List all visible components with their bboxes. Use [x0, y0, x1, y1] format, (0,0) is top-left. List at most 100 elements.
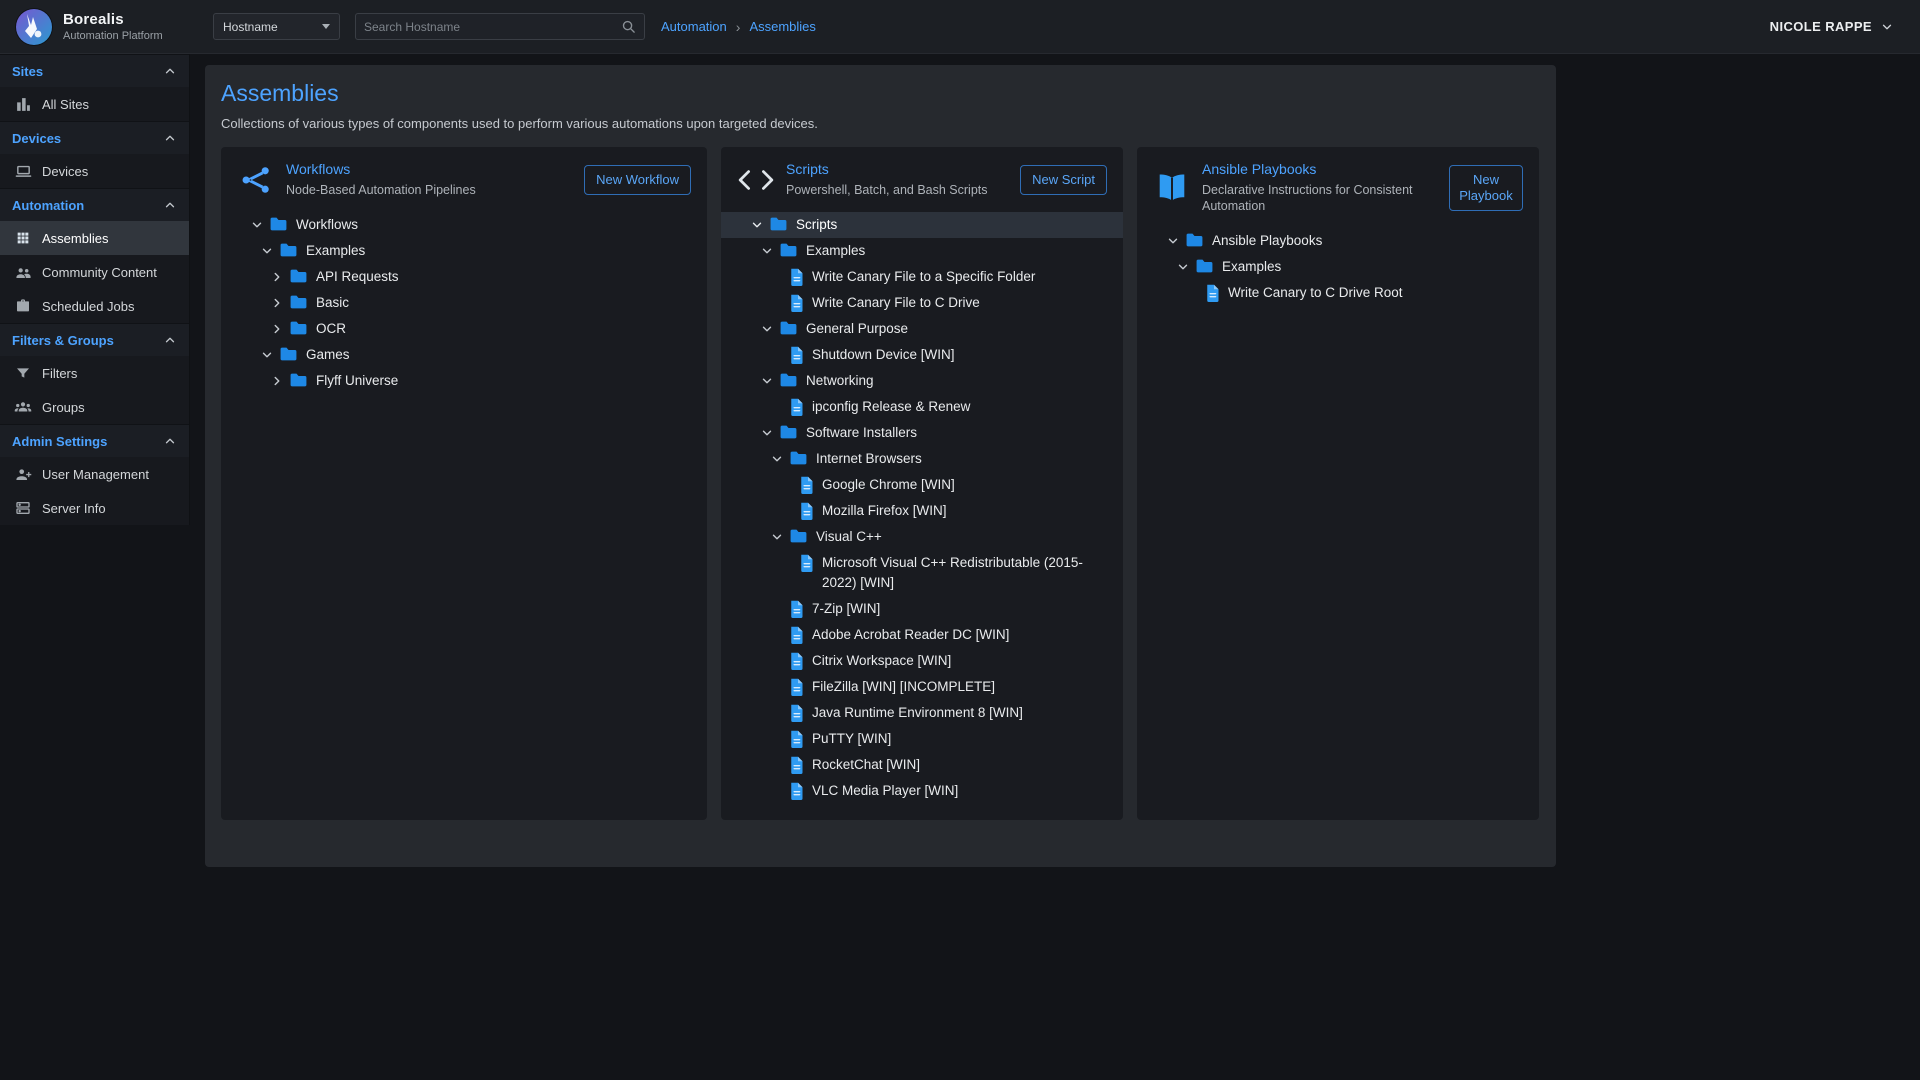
- chevron-down-icon[interactable]: [1173, 257, 1193, 277]
- sidebar-item-user-management[interactable]: User Management: [0, 457, 189, 491]
- tree-file-row[interactable]: ipconfig Release & Renew: [721, 394, 1123, 420]
- tree-file-row[interactable]: Citrix Workspace [WIN]: [721, 648, 1123, 674]
- sidebar-section-filters-groups[interactable]: Filters & Groups: [0, 324, 189, 356]
- tree-folder-row[interactable]: OCR: [221, 316, 707, 342]
- chevron-down-icon: [1880, 20, 1894, 34]
- chevron-down-icon[interactable]: [747, 215, 767, 235]
- chevron-right-icon[interactable]: [267, 319, 287, 339]
- tree-folder-row[interactable]: Networking: [721, 368, 1123, 394]
- tree-file-row[interactable]: Shutdown Device [WIN]: [721, 342, 1123, 368]
- new-playbook-button[interactable]: New Playbook: [1449, 165, 1523, 211]
- section-label: Devices: [12, 131, 61, 146]
- chevron-down-icon[interactable]: [757, 371, 777, 391]
- file-icon: [799, 554, 814, 572]
- chevron-up-icon: [163, 434, 177, 448]
- tree-file-row[interactable]: 7-Zip [WIN]: [721, 596, 1123, 622]
- chevron-right-icon[interactable]: [267, 293, 287, 313]
- chevron-right-icon[interactable]: [267, 371, 287, 391]
- tree-folder-row[interactable]: Visual C++: [721, 524, 1123, 550]
- sidebar-item-scheduled-jobs[interactable]: Scheduled Jobs: [0, 289, 189, 323]
- sidebar-section-sites[interactable]: Sites: [0, 55, 189, 87]
- chevron-up-icon: [163, 198, 177, 212]
- tree-file-row[interactable]: Java Runtime Environment 8 [WIN]: [721, 700, 1123, 726]
- chevron-down-icon[interactable]: [767, 527, 787, 547]
- hostname-select-value: Hostname: [223, 20, 278, 34]
- chevron-spacer: [777, 475, 797, 495]
- card-subtitle: Powershell, Batch, and Bash Scripts: [786, 182, 1009, 198]
- workflows-tree: Workflows Examples API RequestsBasicOCR Gam…: [221, 206, 707, 410]
- tree-folder-row[interactable]: Games: [221, 342, 707, 368]
- tree-item-label: Microsoft Visual C++ Redistributable (20…: [822, 553, 1109, 593]
- sidebar-item-assemblies[interactable]: Assemblies: [0, 221, 189, 255]
- tree-item-label: FileZilla [WIN] [INCOMPLETE]: [812, 677, 995, 697]
- top-bar: Borealis Automation Platform Hostname Au…: [0, 0, 1920, 54]
- tree-folder-row[interactable]: Flyff Universe: [221, 368, 707, 394]
- chevron-down-icon[interactable]: [1163, 231, 1183, 251]
- card-title: Scripts: [786, 161, 1009, 177]
- tree-item-label: RocketChat [WIN]: [812, 755, 920, 775]
- sidebar-item-all-sites[interactable]: All Sites: [0, 87, 189, 121]
- chevron-spacer: [767, 267, 787, 287]
- sidebar-section-admin-settings[interactable]: Admin Settings: [0, 425, 189, 457]
- tree-folder-row[interactable]: Examples: [721, 238, 1123, 264]
- chevron-spacer: [777, 501, 797, 521]
- tree-file-row[interactable]: Adobe Acrobat Reader DC [WIN]: [721, 622, 1123, 648]
- assemblies-panel: Assemblies Collections of various types …: [205, 65, 1556, 867]
- tree-item-label: Examples: [306, 241, 365, 261]
- sidebar-item-community-content[interactable]: Community Content: [0, 255, 189, 289]
- tree-folder-row[interactable]: Basic: [221, 290, 707, 316]
- sidebar-item-label: Server Info: [42, 501, 106, 516]
- chevron-down-icon[interactable]: [767, 449, 787, 469]
- tree-item-label: Visual C++: [816, 527, 882, 547]
- tree-folder-row[interactable]: General Purpose: [721, 316, 1123, 342]
- new-script-button[interactable]: New Script: [1020, 165, 1107, 195]
- sidebar-item-filters[interactable]: Filters: [0, 356, 189, 390]
- hostname-select[interactable]: Hostname: [213, 13, 340, 40]
- sidebar-section-automation[interactable]: Automation: [0, 189, 189, 221]
- chevron-down-icon[interactable]: [757, 241, 777, 261]
- code-icon: [737, 167, 775, 193]
- chevron-right-icon[interactable]: [267, 267, 287, 287]
- tree-file-row[interactable]: FileZilla [WIN] [INCOMPLETE]: [721, 674, 1123, 700]
- tree-file-row[interactable]: Write Canary File to C Drive: [721, 290, 1123, 316]
- breadcrumb-automation[interactable]: Automation: [661, 19, 727, 34]
- chevron-down-icon[interactable]: [247, 215, 267, 235]
- tree-folder-row[interactable]: Scripts: [721, 212, 1123, 238]
- chevron-down-icon[interactable]: [757, 319, 777, 339]
- tree-item-label: Games: [306, 345, 350, 365]
- tree-folder-row[interactable]: Examples: [221, 238, 707, 264]
- sidebar-section-devices[interactable]: Devices: [0, 122, 189, 154]
- tree-folder-row[interactable]: Ansible Playbooks: [1137, 228, 1539, 254]
- sidebar-item-devices[interactable]: Devices: [0, 154, 189, 188]
- tree-file-row[interactable]: Mozilla Firefox [WIN]: [721, 498, 1123, 524]
- tree-folder-row[interactable]: Software Installers: [721, 420, 1123, 446]
- folder-icon: [279, 242, 298, 258]
- tree-file-row[interactable]: VLC Media Player [WIN]: [721, 778, 1123, 804]
- tree-file-row[interactable]: PuTTY [WIN]: [721, 726, 1123, 752]
- folder-icon: [289, 268, 308, 284]
- tree-folder-row[interactable]: Workflows: [221, 212, 707, 238]
- sidebar-item-groups[interactable]: Groups: [0, 390, 189, 424]
- chevron-spacer: [767, 703, 787, 723]
- chevron-down-icon[interactable]: [257, 241, 277, 261]
- tree-folder-row[interactable]: Examples: [1137, 254, 1539, 280]
- tree-file-row[interactable]: Microsoft Visual C++ Redistributable (20…: [721, 550, 1123, 596]
- borealis-logo-icon: [14, 7, 54, 47]
- tree-folder-row[interactable]: Internet Browsers: [721, 446, 1123, 472]
- tree-file-row[interactable]: RocketChat [WIN]: [721, 752, 1123, 778]
- search-input[interactable]: [364, 20, 621, 34]
- sidebar-item-server-info[interactable]: Server Info: [0, 491, 189, 525]
- chevron-down-icon[interactable]: [257, 345, 277, 365]
- tree-file-row[interactable]: Write Canary File to a Specific Folder: [721, 264, 1123, 290]
- chevron-down-icon[interactable]: [757, 423, 777, 443]
- tree-folder-row[interactable]: API Requests: [221, 264, 707, 290]
- user-menu[interactable]: NICOLE RAPPE: [1770, 19, 1894, 34]
- hostname-search[interactable]: [355, 13, 645, 40]
- folder-icon: [1195, 258, 1214, 274]
- breadcrumb-assemblies[interactable]: Assemblies: [749, 19, 815, 34]
- card-subtitle: Declarative Instructions for Consistent …: [1202, 182, 1438, 214]
- tree-file-row[interactable]: Google Chrome [WIN]: [721, 472, 1123, 498]
- tree-file-row[interactable]: Write Canary to C Drive Root: [1137, 280, 1539, 306]
- tree-item-label: Ansible Playbooks: [1212, 231, 1322, 251]
- new-workflow-button[interactable]: New Workflow: [584, 165, 691, 195]
